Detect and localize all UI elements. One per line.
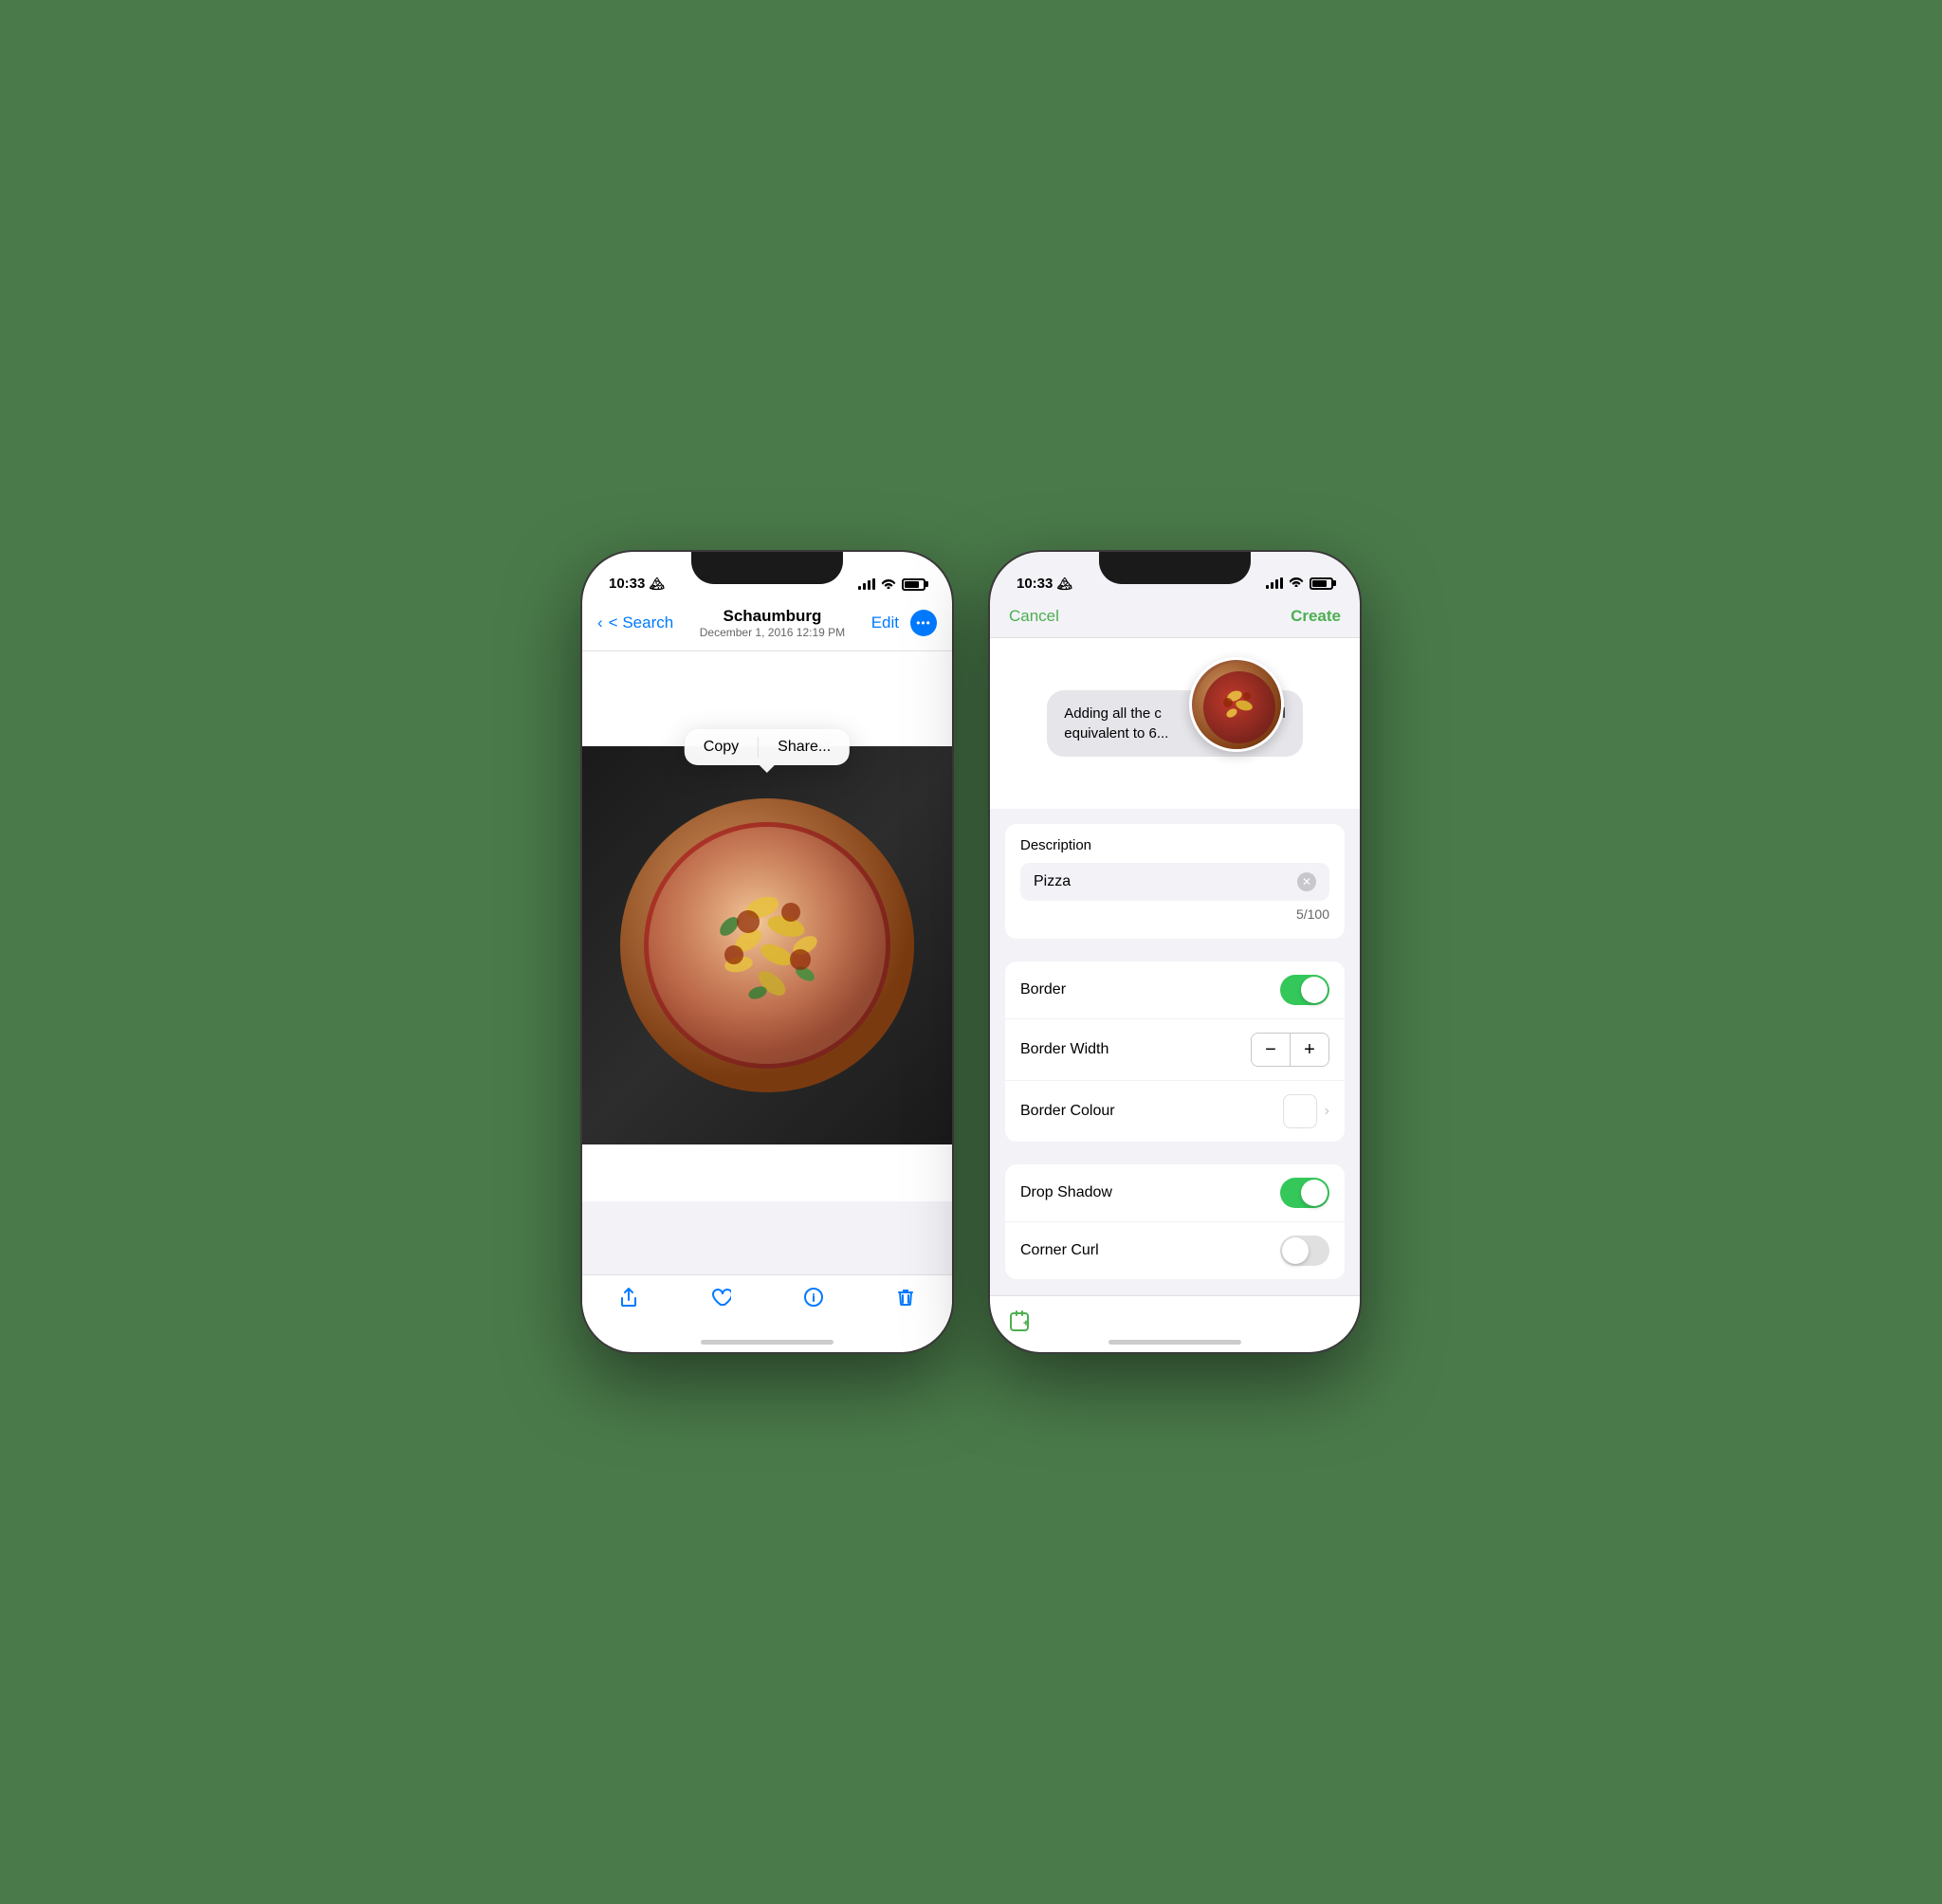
pizza-image [615, 794, 919, 1097]
border-colour-row: Border Colour › [1005, 1081, 1345, 1142]
status-person-icon: 🏔 [649, 577, 665, 592]
signal-icon [858, 578, 875, 590]
border-settings: Border Border Width − + Border C [1005, 961, 1345, 1142]
corner-curl-toggle[interactable] [1280, 1236, 1329, 1266]
stepper-plus[interactable]: + [1291, 1034, 1328, 1066]
drop-shadow-label: Drop Shadow [1020, 1184, 1112, 1201]
border-label: Border [1020, 981, 1066, 998]
right-status-time: 10:33 🏔 [1017, 576, 1072, 592]
border-width-row: Border Width − + [1005, 1019, 1345, 1081]
corner-curl-row: Corner Curl [1005, 1222, 1345, 1279]
separator [990, 809, 1360, 816]
drop-shadow-row: Drop Shadow [1005, 1164, 1345, 1222]
right-status-person: 🏔 [1056, 577, 1072, 592]
create-button[interactable]: Create [1291, 607, 1341, 626]
cancel-button[interactable]: Cancel [1009, 607, 1059, 626]
border-row: Border [1005, 961, 1345, 1019]
share-button[interactable]: Share... [759, 729, 850, 765]
share-button[interactable] [618, 1287, 639, 1308]
toggle-knob-border [1301, 977, 1328, 1003]
delete-button[interactable] [895, 1287, 916, 1308]
wifi-icon [881, 577, 896, 592]
right-home-indicator [1108, 1340, 1241, 1345]
white-area-bottom [582, 1144, 952, 1201]
sticker-action-icon[interactable] [1009, 1309, 1034, 1340]
nav-bar: ‹ < Search Schaumburg December 1, 2016 1… [582, 599, 952, 651]
effects-settings: Drop Shadow Corner Curl [1005, 1164, 1345, 1279]
right-status-icons [1266, 575, 1333, 592]
right-nav-bar: Cancel Create [990, 599, 1360, 638]
share-icon [618, 1287, 639, 1308]
bottom-toolbar [582, 1274, 952, 1352]
right-wifi-icon [1289, 575, 1304, 592]
battery-icon [902, 578, 925, 591]
nav-title: Schaumburg December 1, 2016 12:19 PM [700, 607, 845, 639]
separator3 [990, 1149, 1360, 1157]
clear-button[interactable]: ✕ [1297, 872, 1316, 891]
stepper-minus[interactable]: − [1252, 1034, 1290, 1066]
info-icon [803, 1287, 824, 1308]
border-colour-label: Border Colour [1020, 1103, 1115, 1120]
description-label: Description [1020, 837, 1329, 853]
trash-icon [895, 1287, 916, 1308]
pizza-photo[interactable] [582, 746, 952, 1144]
description-value: Pizza [1034, 873, 1071, 890]
border-width-stepper: − + [1251, 1033, 1329, 1067]
drop-shadow-toggle[interactable] [1280, 1178, 1329, 1208]
status-icons [858, 577, 925, 592]
left-phone: 10:33 🏔 ‹ < Search Sch [582, 552, 952, 1352]
right-status-bar: 10:33 🏔 [990, 552, 1360, 599]
status-time: 10:33 🏔 [609, 576, 665, 592]
bottom-action-bar [990, 1295, 1360, 1352]
nav-actions: Edit ••• [871, 610, 937, 636]
color-picker-area: › [1283, 1094, 1329, 1128]
color-swatch[interactable] [1283, 1094, 1317, 1128]
context-menu: Copy Share... [685, 729, 850, 765]
home-indicator [701, 1340, 834, 1345]
border-toggle[interactable] [1280, 975, 1329, 1005]
more-button[interactable]: ••• [910, 610, 937, 636]
border-width-label: Border Width [1020, 1041, 1108, 1058]
description-section: Description Pizza ✕ 5/100 [1005, 824, 1345, 939]
separator2 [990, 946, 1360, 954]
heart-icon [710, 1287, 731, 1308]
favorite-button[interactable] [710, 1287, 731, 1308]
edit-button[interactable]: Edit [871, 613, 899, 632]
toggle-knob-curl [1282, 1237, 1309, 1264]
chevron-right-icon: › [1325, 1103, 1329, 1120]
scrollable-content: Adding all the c ette wheel willequivale… [990, 638, 1360, 1285]
back-button[interactable]: ‹ < Search [597, 613, 673, 632]
right-phone: 10:33 🏔 Cancel Create [990, 552, 1360, 1352]
copy-button[interactable]: Copy [685, 729, 758, 765]
description-input[interactable]: Pizza ✕ [1020, 863, 1329, 901]
sticker-preview-area: Adding all the c ette wheel willequivale… [990, 638, 1360, 809]
status-bar: 10:33 🏔 [582, 552, 952, 599]
info-button[interactable] [803, 1287, 824, 1308]
white-area-top: Copy Share... [582, 651, 952, 746]
right-screen: 10:33 🏔 Cancel Create [990, 552, 1360, 1352]
left-screen: 10:33 🏔 ‹ < Search Sch [582, 552, 952, 1352]
toggle-knob-shadow [1301, 1180, 1328, 1206]
right-battery-icon [1310, 577, 1333, 590]
right-signal-icon [1266, 577, 1283, 589]
sticker-image [1189, 657, 1284, 752]
char-count: 5/100 [1020, 901, 1329, 925]
corner-curl-label: Corner Curl [1020, 1242, 1099, 1259]
